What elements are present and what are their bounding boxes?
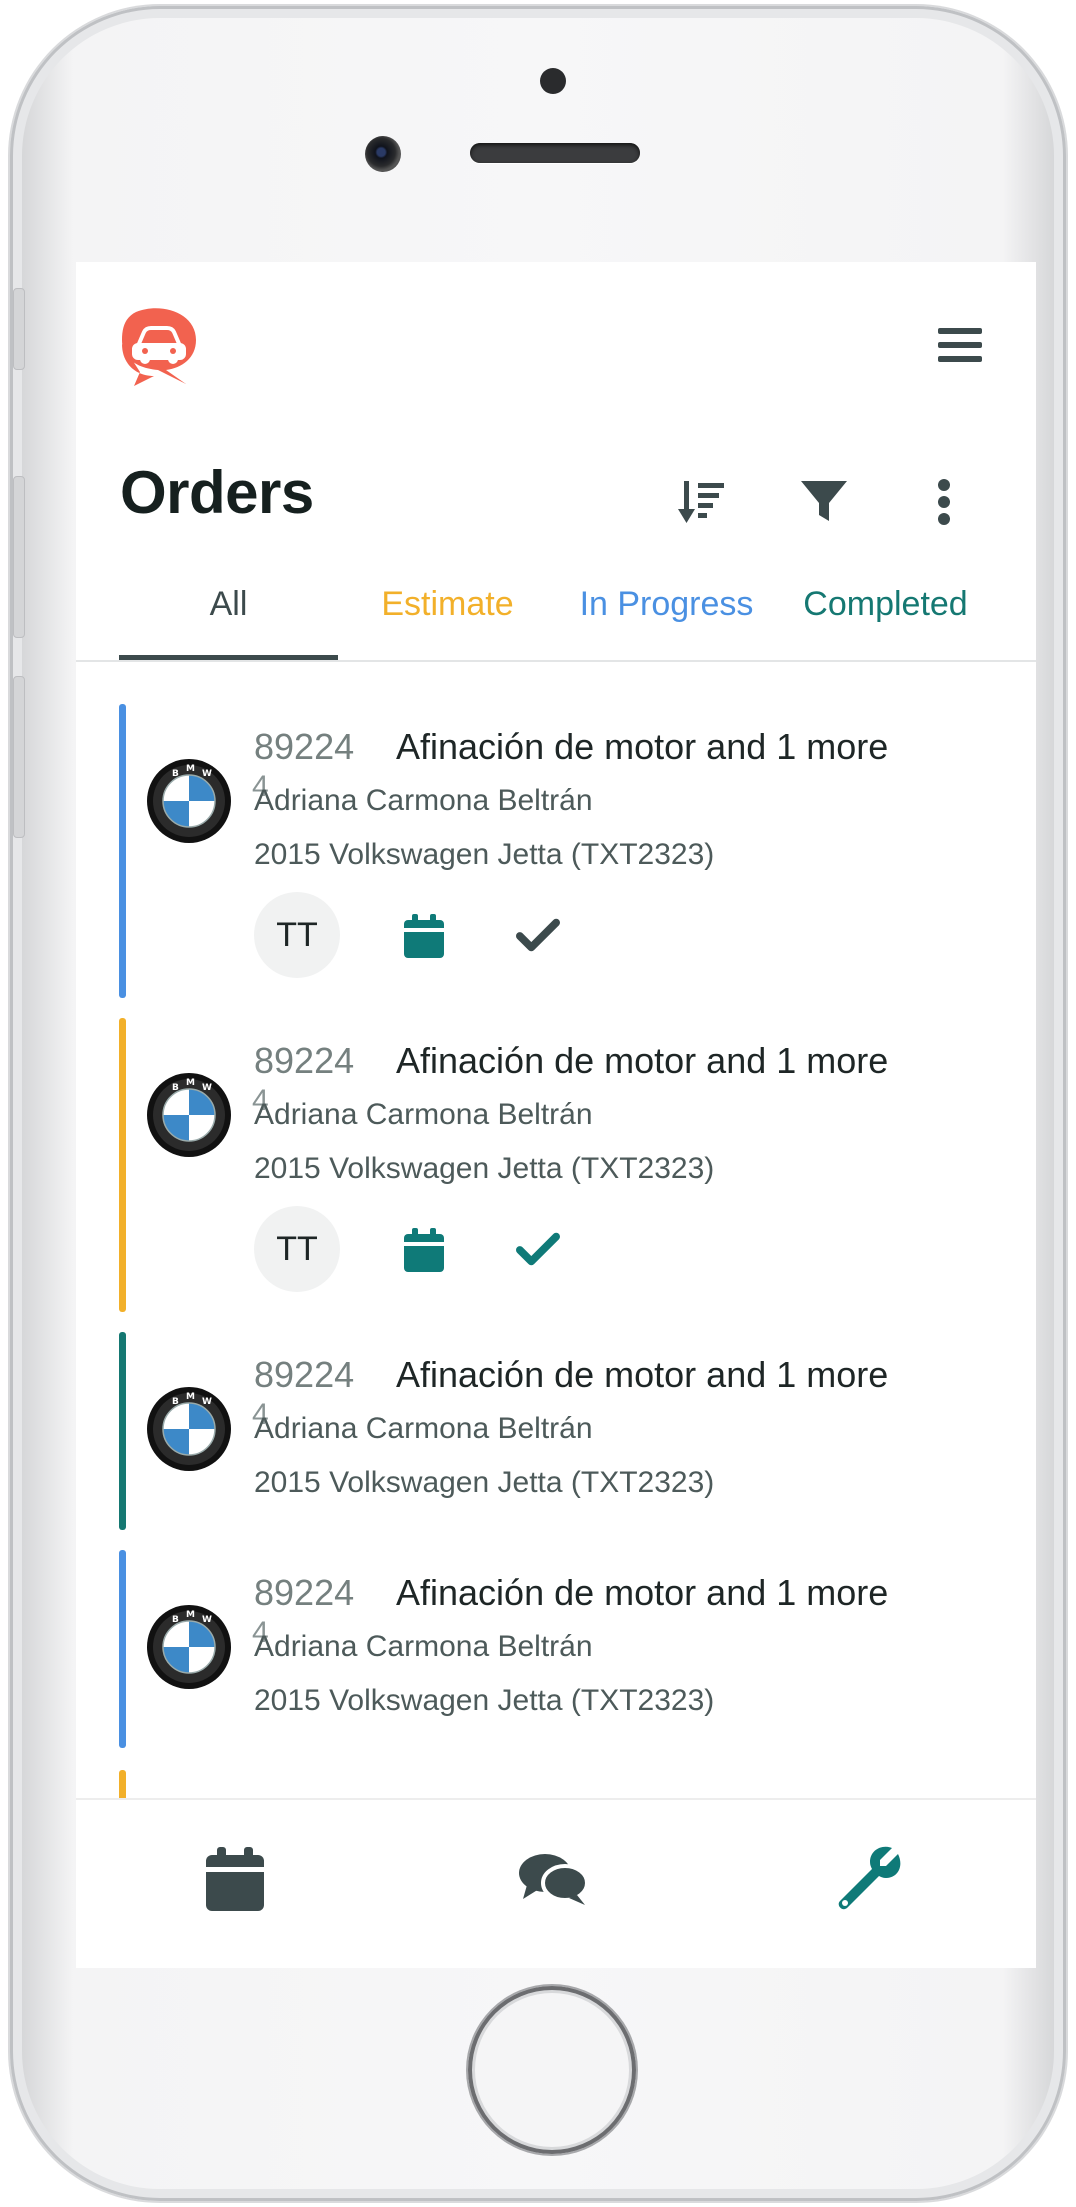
status-bar	[119, 704, 126, 998]
more-vertical-icon[interactable]	[920, 474, 968, 530]
svg-text:B: B	[172, 1397, 179, 1407]
page-title: Orders	[120, 459, 314, 526]
technician-avatar[interactable]: TT	[254, 892, 340, 978]
volume-up-button	[13, 476, 25, 638]
order-card[interactable]: B M W 89224 Afinación de motor and 1 mor…	[76, 1508, 1036, 1748]
proximity-sensor	[540, 68, 566, 94]
mute-switch	[13, 288, 25, 370]
wrench-icon	[838, 1846, 901, 1910]
calendar-icon[interactable]	[402, 914, 446, 958]
nav-calendar[interactable]	[200, 1844, 270, 1914]
svg-text:W: W	[202, 1083, 212, 1093]
svg-text:M: M	[186, 1078, 195, 1088]
tab-in-progress[interactable]: In Progress	[557, 582, 776, 636]
bmw-logo: B M W	[147, 759, 231, 843]
svg-text:M: M	[186, 1392, 195, 1402]
earpiece-speaker	[470, 143, 640, 163]
vehicle-info: 2015 Volkswagen Jetta (TXT2323)	[254, 1684, 715, 1717]
order-title: Afinación de motor and 1 more	[396, 726, 889, 767]
order-card[interactable]: B M W 89224 Afinación de motor and 1 mor…	[76, 976, 1036, 1312]
svg-text:B: B	[172, 769, 179, 779]
svg-text:M: M	[186, 764, 195, 774]
active-tab-indicator	[119, 655, 338, 660]
tab-all[interactable]: All	[119, 582, 338, 636]
customer-name: Adriana Carmona Beltrán	[254, 1412, 593, 1445]
svg-text:W: W	[202, 1397, 212, 1407]
top-bar	[76, 262, 1036, 422]
sort-icon[interactable]	[678, 474, 726, 530]
filter-icon[interactable]	[800, 474, 848, 530]
status-bar	[119, 1550, 126, 1748]
hamburger-menu-icon[interactable]	[938, 328, 982, 368]
bmw-logo: B M W	[147, 1387, 231, 1471]
customer-name: Adriana Carmona Beltrán	[254, 1630, 593, 1663]
check-icon[interactable]	[516, 914, 560, 958]
volume-down-button	[13, 676, 25, 838]
order-title: Afinación de motor and 1 more	[396, 1040, 889, 1081]
car-chat-logo[interactable]	[116, 304, 200, 388]
status-tabs: All Estimate In Progress Completed	[119, 582, 995, 636]
svg-text:B: B	[172, 1615, 179, 1625]
order-number: 89224	[254, 726, 355, 767]
calendar-icon	[206, 1847, 264, 1911]
customer-name: Adriana Carmona Beltrán	[254, 784, 593, 817]
calendar-icon[interactable]	[402, 1228, 446, 1272]
vehicle-info: 2015 Volkswagen Jetta (TXT2323)	[254, 838, 715, 871]
nav-chat[interactable]	[518, 1844, 588, 1914]
app-screen: Orders All Estimate In Progress Complete…	[76, 262, 1036, 1968]
bmw-logo: B M W	[147, 1073, 231, 1157]
home-button[interactable]	[468, 1986, 636, 2154]
orders-list: B M W 89224 Afinación de motor and 1 mor…	[76, 662, 1036, 1968]
svg-text:M: M	[186, 1610, 195, 1620]
customer-name: Adriana Carmona Beltrán	[254, 1098, 593, 1131]
technician-avatar[interactable]: TT	[254, 1206, 340, 1292]
order-number: 89224	[254, 1040, 355, 1081]
tab-estimate[interactable]: Estimate	[338, 582, 557, 636]
nav-orders[interactable]	[834, 1844, 904, 1914]
order-title: Afinación de motor and 1 more	[396, 1354, 889, 1395]
svg-text:W: W	[202, 1615, 212, 1625]
tab-completed[interactable]: Completed	[776, 582, 995, 636]
order-card[interactable]: B M W 89224 Afinación de motor and 1 mor…	[76, 662, 1036, 998]
chat-icon	[519, 1854, 587, 1905]
bmw-logo: B M W	[147, 1605, 231, 1689]
front-camera	[365, 136, 401, 172]
svg-text:B: B	[172, 1083, 179, 1093]
vehicle-info: 2015 Volkswagen Jetta (TXT2323)	[254, 1466, 715, 1499]
order-number: 89224	[254, 1354, 355, 1395]
bottom-nav	[76, 1798, 1036, 1968]
order-card[interactable]: B M W 89224 Afinación de motor and 1 mor…	[76, 1290, 1036, 1530]
check-icon[interactable]	[516, 1228, 560, 1272]
status-bar	[119, 1018, 126, 1312]
phone-frame: Orders All Estimate In Progress Complete…	[10, 6, 1066, 2201]
status-bar	[119, 1332, 126, 1530]
order-number: 89224	[254, 1572, 355, 1613]
order-title: Afinación de motor and 1 more	[396, 1572, 889, 1613]
vehicle-info: 2015 Volkswagen Jetta (TXT2323)	[254, 1152, 715, 1185]
svg-text:W: W	[202, 769, 212, 779]
